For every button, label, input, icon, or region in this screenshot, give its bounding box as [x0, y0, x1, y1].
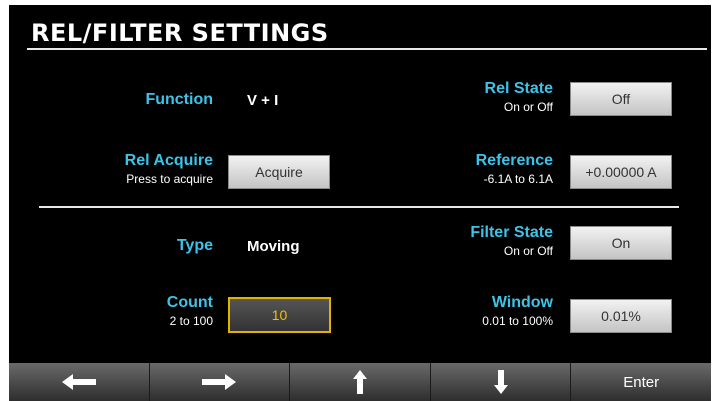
right-arrow-icon	[202, 374, 237, 390]
type-value: Moving	[247, 238, 300, 255]
down-arrow-icon	[493, 370, 508, 394]
left-arrow-icon	[61, 374, 96, 390]
count-hint: 2 to 100	[169, 314, 213, 328]
filter-state-button[interactable]: On	[570, 226, 672, 260]
reference-hint: -6.1A to 6.1A	[483, 172, 553, 186]
section-divider	[39, 206, 679, 208]
settings-screen: REL/FILTER SETTINGS Function V + I Rel S…	[9, 5, 711, 401]
window-hint: 0.01 to 100%	[482, 314, 553, 328]
rel-state-hint: On or Off	[503, 100, 553, 114]
rel-state-label: Rel State	[484, 80, 553, 97]
rel-acquire-hint: Press to acquire	[126, 172, 213, 186]
filter-state-hint: On or Off	[503, 244, 553, 258]
window-label: Window	[491, 294, 553, 311]
function-label: Function	[145, 91, 213, 108]
reference-field[interactable]: +0.00000 A	[570, 155, 672, 189]
filter-state-label: Filter State	[470, 224, 553, 241]
window-field[interactable]: 0.01%	[570, 299, 672, 333]
rel-state-button[interactable]: Off	[570, 82, 672, 116]
up-arrow-key[interactable]	[290, 363, 431, 401]
rel-acquire-label: Rel Acquire	[124, 152, 213, 169]
enter-key[interactable]: Enter	[571, 363, 711, 401]
count-field[interactable]: 10	[228, 297, 331, 333]
function-value: V + I	[247, 92, 279, 109]
acquire-button[interactable]: Acquire	[228, 155, 330, 189]
reference-label: Reference	[475, 152, 553, 169]
down-arrow-key[interactable]	[430, 363, 572, 401]
type-label: Type	[176, 237, 213, 254]
up-arrow-icon	[352, 370, 367, 394]
left-arrow-key[interactable]	[9, 363, 150, 401]
count-label: Count	[166, 294, 213, 311]
right-arrow-key[interactable]	[149, 363, 291, 401]
title-divider	[27, 48, 707, 50]
page-title: REL/FILTER SETTINGS	[31, 19, 329, 47]
softkey-bar: Enter	[9, 363, 711, 401]
